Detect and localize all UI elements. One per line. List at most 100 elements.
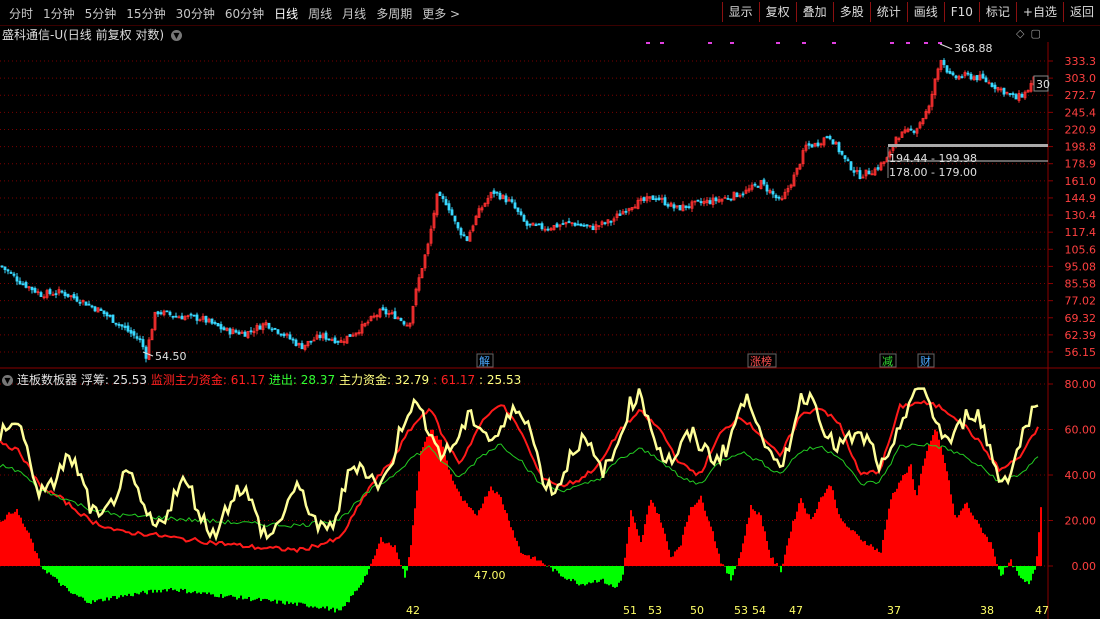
flow-bar	[974, 519, 976, 566]
flow-bar	[392, 547, 394, 566]
flow-bar	[734, 566, 736, 570]
flow-bar	[36, 553, 38, 566]
candle-body	[816, 142, 820, 147]
candle-body	[624, 210, 628, 213]
flow-bar	[938, 439, 940, 566]
flow-bar	[772, 557, 774, 566]
candle-body	[654, 198, 658, 201]
flow-bar	[172, 566, 174, 591]
candle-body	[495, 191, 499, 194]
flow-bar	[260, 566, 262, 602]
flow-bar	[850, 530, 852, 566]
flow-bar	[740, 552, 742, 566]
indicator-field: : 61.17	[432, 373, 479, 387]
flow-bar	[274, 566, 276, 600]
flow-bar	[500, 496, 502, 566]
flow-bar	[178, 566, 180, 592]
candle-body	[21, 283, 25, 286]
flow-bar	[518, 546, 520, 566]
flow-bar	[278, 566, 280, 601]
period-count-label: 47	[1035, 604, 1049, 617]
flow-bar	[908, 466, 910, 566]
flow-bar	[108, 566, 110, 601]
candle-body	[585, 224, 589, 227]
flow-bar	[654, 506, 656, 566]
signal-dot	[906, 42, 910, 44]
candle-body	[828, 135, 832, 140]
event-tag: 减	[882, 355, 893, 368]
flow-bar	[428, 435, 430, 566]
flow-bar	[622, 566, 624, 575]
flow-bar	[310, 566, 312, 607]
candle-body	[831, 139, 835, 145]
indicator-field: : 25.53	[479, 373, 522, 387]
flow-bar	[208, 566, 210, 593]
flow-bar	[514, 537, 516, 566]
zone-upper-label: 194.44 - 199.98	[889, 152, 977, 165]
candle-body	[513, 202, 517, 209]
candle-body	[519, 211, 523, 216]
candle-body	[93, 306, 97, 312]
flow-bar	[828, 485, 830, 566]
flow-bar	[542, 563, 544, 566]
flow-bar	[322, 566, 324, 607]
flow-bar	[1028, 566, 1030, 585]
flow-bar	[832, 490, 834, 566]
flow-bar	[210, 566, 212, 595]
flow-bar	[588, 566, 590, 583]
price-axis-label: 130.4	[1065, 209, 1097, 222]
flow-bar	[804, 508, 806, 566]
chevron-down-icon[interactable]: ▼	[2, 375, 13, 386]
flow-bar	[488, 491, 490, 566]
flow-bar	[834, 499, 836, 566]
flow-bar	[236, 566, 238, 600]
event-tag: 涨榜	[750, 354, 772, 368]
flow-bar	[678, 547, 680, 566]
candle-body	[618, 213, 622, 216]
flow-bar	[22, 523, 24, 566]
flow-bar	[576, 566, 578, 584]
flow-bar	[994, 556, 996, 566]
flow-bar	[346, 566, 348, 603]
flow-bar	[96, 566, 98, 601]
flow-bar	[872, 546, 874, 566]
flow-bar	[376, 548, 378, 566]
flow-bar	[924, 458, 926, 566]
flow-bar	[560, 566, 562, 577]
candle-body	[729, 198, 733, 201]
flow-bar	[336, 566, 338, 609]
flow-bar	[744, 535, 746, 566]
flow-bar	[70, 566, 72, 594]
flow-bar	[136, 566, 138, 594]
flow-bar	[1002, 566, 1004, 575]
candle-body	[249, 330, 253, 333]
flow-bar	[810, 519, 812, 566]
candle-body	[837, 142, 841, 153]
flow-bar	[342, 566, 344, 607]
flow-bar	[282, 566, 284, 604]
flow-bar	[308, 566, 310, 608]
candle-body	[696, 199, 700, 202]
flow-bar	[356, 566, 358, 591]
flow-bar	[252, 566, 254, 601]
candle-body	[33, 288, 37, 293]
flow-bar	[382, 541, 384, 566]
flow-bar	[1024, 566, 1026, 582]
flow-bar	[16, 509, 18, 566]
flow-bar	[642, 534, 644, 566]
flow-bar	[170, 566, 172, 588]
flow-bar	[526, 555, 528, 566]
price-axis-label: 198.8	[1065, 141, 1097, 154]
chart-canvas[interactable]: 333.3 303.0 272.7 245.4 220.9 198.8 178.9 161.0…	[0, 0, 1100, 619]
flow-bar	[134, 566, 136, 593]
flow-bar	[218, 566, 220, 598]
candle-body	[189, 313, 193, 316]
flow-bar	[926, 450, 928, 566]
flow-bar	[764, 531, 766, 566]
flow-bar	[808, 514, 810, 566]
flow-bar	[42, 566, 44, 570]
flow-bar	[444, 455, 446, 566]
candle-body	[177, 316, 181, 319]
candle-body	[1011, 93, 1015, 95]
flow-bar	[814, 513, 816, 566]
